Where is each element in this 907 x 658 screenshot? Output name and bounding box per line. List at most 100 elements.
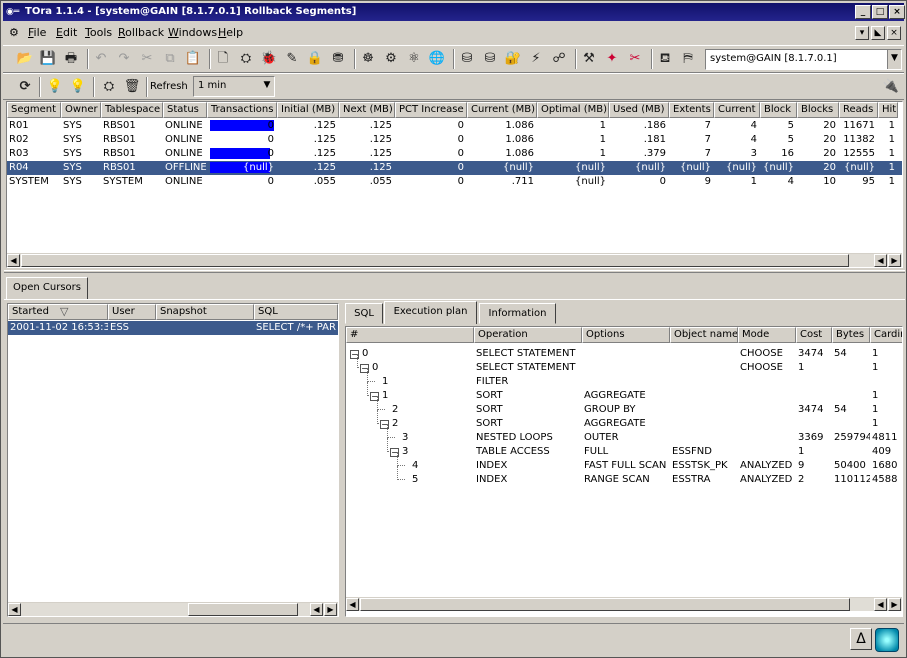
menu-tools[interactable]: Tools (85, 26, 112, 39)
plan-row[interactable]: 4 INDEX FAST FULL SCAN ESSTSK_PK ANALYZED 9 50… (346, 452, 902, 473)
gear-icon[interactable]: ⚙ (9, 26, 19, 39)
new-document-icon[interactable]: 🗋 (213, 49, 233, 69)
column-header[interactable]: Operation (474, 327, 582, 343)
plan-row[interactable]: −0 SELECT STATEMENT CHOOSE 3474 54 1 (346, 347, 902, 361)
column-header[interactable]: Optimal (MB) (537, 102, 609, 118)
connection-select[interactable]: system@GAIN [8.1.7.0.1] ▼ (705, 49, 902, 70)
storage-icon[interactable]: ⛃ (328, 49, 348, 69)
wand-icon[interactable]: ✦ (602, 49, 622, 69)
column-header[interactable]: Tablespace (101, 102, 163, 118)
disconnect-plug-icon[interactable]: 🔌 (881, 77, 901, 97)
tab-open-cursors[interactable]: Open Cursors (6, 277, 88, 300)
refresh-interval-select[interactable]: 1 min ▼ (193, 76, 275, 97)
menu-file[interactable]: File (28, 26, 46, 39)
lock-icon[interactable]: 🔐 (503, 49, 523, 69)
column-header[interactable]: Cardin (870, 327, 902, 343)
column-header[interactable]: Bytes (832, 327, 870, 343)
column-header[interactable]: # (346, 327, 474, 343)
column-header[interactable]: Blocks (797, 102, 839, 118)
mdi-restore-button[interactable]: ◣ (871, 26, 885, 40)
plan-row[interactable]: −3 TABLE ACCESS FULL ESSFND 1 409 (346, 438, 902, 459)
column-header[interactable]: Object name (670, 327, 738, 343)
online-bulb-icon[interactable]: 💡 (45, 77, 65, 97)
column-header[interactable]: Owner (61, 102, 101, 118)
column-header[interactable]: Used (MB) (609, 102, 669, 118)
column-header[interactable]: Status (163, 102, 207, 118)
column-header[interactable]: User (108, 304, 156, 320)
scroll-left-icon[interactable]: ◀ (346, 598, 359, 611)
sga-trace-icon[interactable]: ⚛ (404, 49, 424, 69)
scroll-left-icon[interactable]: ◀ (874, 598, 887, 611)
scroll-left-icon[interactable]: ◀ (310, 603, 323, 616)
schema-browser-icon[interactable]: ⛭ (236, 49, 256, 69)
column-header[interactable]: Snapshot (156, 304, 254, 320)
delta-button[interactable]: Δ (850, 628, 872, 650)
tools-icon[interactable]: ⚒ (579, 49, 599, 69)
plan-row[interactable]: −2 SORT AGGREGATE 1 (346, 410, 902, 431)
splitter[interactable] (4, 270, 905, 273)
scroll-thumb[interactable] (360, 598, 850, 611)
trash-icon[interactable]: 🗑 (122, 77, 142, 97)
table-row[interactable]: R01 SYS RBS01 ONLINE 0 .125 .125 0 1.086 1 .186 7 4 5… (7, 119, 902, 133)
scroll-thumb[interactable] (188, 603, 298, 616)
scroll-right-icon[interactable]: ▶ (324, 603, 337, 616)
minimize-button[interactable]: _ (855, 5, 871, 19)
cursors-hscrollbar[interactable]: ◀ ◀ ▶ (8, 602, 338, 616)
mdi-close-button[interactable]: × (887, 26, 901, 40)
column-header[interactable]: Block (760, 102, 797, 118)
scroll-right-icon[interactable]: ▶ (888, 598, 901, 611)
table-row[interactable]: R04 SYS RBS01 OFFLINE {null} .125 .125 0 {null} {… (7, 161, 902, 175)
plan-row[interactable]: −1 SORT AGGREGATE 1 (346, 382, 902, 403)
commit-icon[interactable]: ⛾ (655, 49, 675, 69)
tab-execution-plan[interactable]: Execution plan (384, 301, 477, 324)
segments-hscrollbar[interactable]: ◀ ◀ ▶ (7, 253, 902, 267)
tab-information[interactable]: Information (479, 303, 556, 324)
table-row[interactable]: R02 SYS RBS01 ONLINE 0 .125 .125 0 1.086 1 .181 7 4 5… (7, 133, 902, 147)
statistics-icon[interactable]: ☍ (549, 49, 569, 69)
rollback-icon[interactable]: ⛿ (678, 49, 698, 69)
sessions-icon[interactable]: ☸ (358, 49, 378, 69)
close-button[interactable]: × (889, 5, 905, 19)
database-icon[interactable]: ⛁ (480, 49, 500, 69)
title-bar[interactable]: ◉═ TOra 1.1.4 - [system@GAIN [8.1.7.0.1]… (3, 3, 905, 21)
plan-row[interactable]: 2 SORT GROUP BY 3474 54 1 (346, 396, 902, 417)
column-header[interactable]: Transactions (207, 102, 277, 118)
offline-bulb-icon[interactable]: 💡 (68, 77, 88, 97)
maximize-button[interactable]: □ (872, 5, 888, 19)
plan-row[interactable]: −0 SELECT STATEMENT CHOOSE 1 1 (346, 354, 902, 375)
scroll-thumb[interactable] (21, 254, 849, 267)
column-header[interactable]: Current (MB) (467, 102, 537, 118)
scroll-right-icon[interactable]: ▶ (888, 254, 901, 267)
copy-icon[interactable]: ⧉ (160, 49, 180, 69)
menu-windows[interactable]: Windows (168, 26, 217, 39)
redo-icon[interactable]: ↷ (114, 49, 134, 69)
save-icon[interactable]: 💾 (38, 49, 58, 69)
scroll-left-icon[interactable]: ◀ (7, 254, 20, 267)
column-header[interactable]: Segment (7, 102, 61, 118)
column-header[interactable]: Mode (738, 327, 796, 343)
scroll-left-icon[interactable]: ◀ (874, 254, 887, 267)
menu-edit[interactable]: Edit (56, 26, 77, 39)
plan-row[interactable]: 1 FILTER (346, 368, 902, 389)
column-header[interactable]: Initial (MB) (277, 102, 339, 118)
add-segment-icon[interactable]: ⛭ (99, 77, 119, 97)
column-header[interactable]: Cost (796, 327, 832, 343)
tab-sql[interactable]: SQL (345, 303, 383, 324)
refresh-icon[interactable]: ⟳ (15, 77, 35, 97)
open-file-icon[interactable]: 📂 (15, 49, 35, 69)
cut-icon[interactable]: ✂ (137, 49, 157, 69)
column-header[interactable]: Current (714, 102, 760, 118)
globe-icon[interactable]: 🌐 (427, 49, 447, 69)
plan-row[interactable]: 3 NESTED LOOPS OUTER 3369 259794 4811 (346, 424, 902, 445)
menu-rollback[interactable]: Rollback (118, 26, 164, 39)
table-row[interactable]: SYSTEM SYS SYSTEM ONLINE 0 .055 .055 0 .711 {null… (7, 175, 902, 189)
list-item[interactable]: 2001-11-02 16:53:33 ESS SELECT /*+ PAR (8, 321, 338, 335)
column-header[interactable]: Started (8, 304, 108, 320)
column-header[interactable]: Options (582, 327, 670, 343)
plan-row[interactable]: 5 INDEX RANGE SCAN ESSTRA ANALYZED 2 110112 458… (346, 466, 902, 487)
undo-icon[interactable]: ↶ (91, 49, 111, 69)
menu-help[interactable]: Help (218, 26, 243, 39)
scissors-icon[interactable]: ✂ (625, 49, 645, 69)
column-header[interactable]: SQL (254, 304, 338, 320)
debug-bug-icon[interactable]: 🐞 (259, 49, 279, 69)
